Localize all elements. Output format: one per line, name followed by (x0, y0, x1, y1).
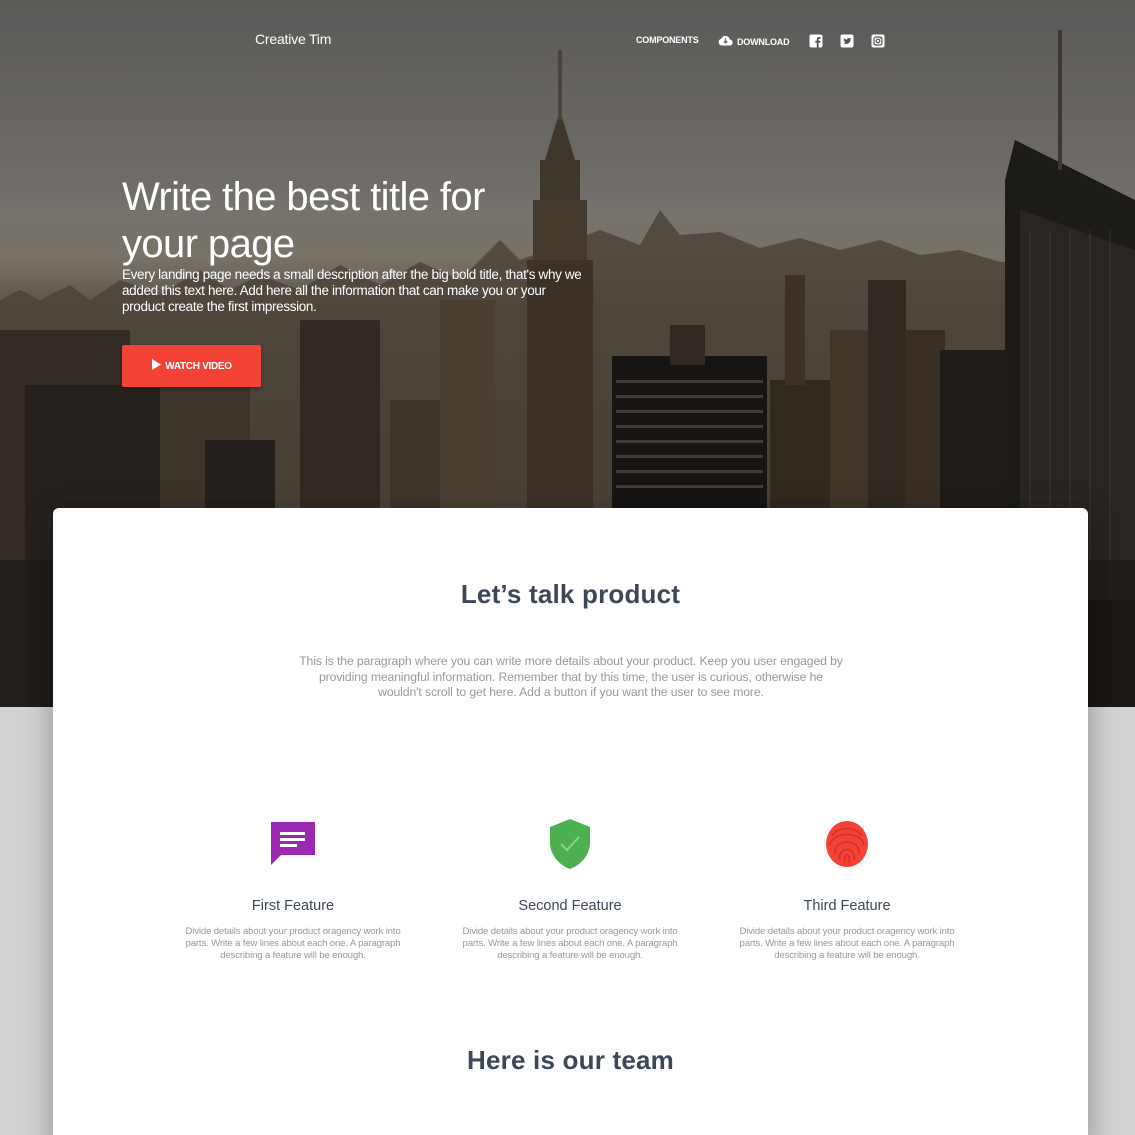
brand-logo-text[interactable]: Creative Tim (255, 31, 331, 47)
main-content-card: Let’s talk product This is the paragraph… (53, 508, 1088, 1135)
feature-title: Second Feature (518, 898, 622, 914)
hero-title: Write the best title for your page (122, 175, 485, 266)
team-section-title: Here is our team (467, 1045, 674, 1075)
nav-link-components[interactable]: COMPONENTS (636, 35, 699, 45)
twitter-icon[interactable] (840, 34, 854, 48)
feature-description: Divide details about your product oragen… (739, 926, 955, 961)
feature-card-third: Third Feature Divide details about your … (722, 818, 972, 962)
feature-description: Divide details about your product oragen… (185, 926, 401, 961)
nav-link-label: COMPONENTS (636, 35, 699, 45)
watch-video-button[interactable]: WATCH VIDEO (122, 345, 261, 387)
nav-link-label: DOWNLOAD (737, 36, 790, 47)
watch-video-label: WATCH VIDEO (165, 360, 232, 372)
hero-description: Every landing page needs a small descrip… (122, 267, 582, 314)
nav-link-download[interactable]: DOWNLOAD (718, 35, 790, 48)
cloud-download-icon (718, 35, 733, 48)
instagram-icon[interactable] (871, 34, 885, 48)
product-section-title: Let’s talk product (460, 579, 681, 609)
play-icon (151, 359, 162, 373)
facebook-icon[interactable] (809, 34, 823, 48)
feature-description: Divide details about your product oragen… (462, 926, 678, 961)
fingerprint-icon (722, 818, 972, 874)
feature-title: First Feature (251, 898, 335, 914)
feature-card-first: First Feature Divide details about your … (168, 818, 418, 962)
product-section-description: This is the paragraph where you can writ… (299, 654, 843, 699)
verified-shield-icon (445, 818, 695, 874)
navbar: Creative Tim COMPONENTS DOWNLOAD (0, 0, 1135, 80)
chat-icon (168, 818, 418, 874)
feature-card-second: Second Feature Divide details about your… (445, 818, 695, 962)
feature-title: Third Feature (803, 898, 891, 914)
